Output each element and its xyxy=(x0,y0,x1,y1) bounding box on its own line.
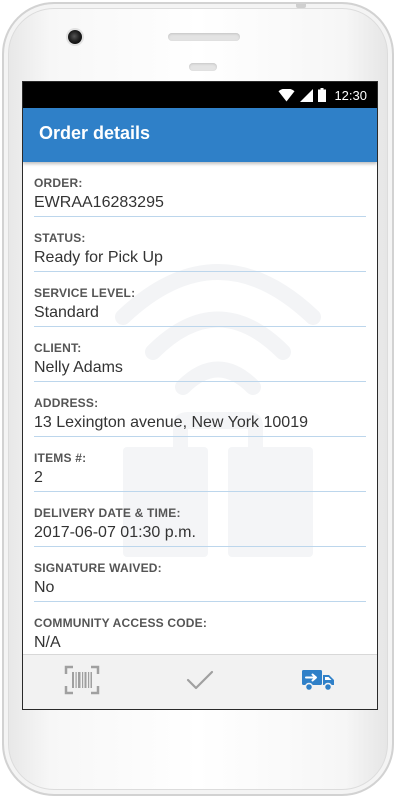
proximity-sensor xyxy=(189,63,217,71)
field-value: No xyxy=(34,579,55,596)
field-label: COMMUNITY ACCESS CODE: xyxy=(34,616,208,630)
field-status: STATUS: Ready for Pick Up xyxy=(34,217,366,272)
field-value: Nelly Adams xyxy=(34,359,123,376)
status-icons: 12:30 xyxy=(278,82,367,108)
field-label: SERVICE LEVEL: xyxy=(34,286,136,300)
status-bar: 12:30 xyxy=(23,82,377,108)
field-label: SIGNATURE WAIVED: xyxy=(34,561,162,575)
order-details-list[interactable]: ORDER: EWRAA16283295 STATUS: Ready for P… xyxy=(23,162,377,655)
phone-screen: 12:30 Order details ORDER: EWRAA16283295 xyxy=(23,82,377,709)
status-time: 12:30 xyxy=(334,87,367,103)
field-label: ADDRESS: xyxy=(34,396,99,410)
nav-scan-button[interactable] xyxy=(23,655,141,709)
checkmark-icon xyxy=(186,669,214,696)
field-address: ADDRESS: 13 Lexington avenue, New York 1… xyxy=(34,382,366,437)
earpiece-speaker xyxy=(168,33,240,41)
field-value: EWRAA16283295 xyxy=(34,194,164,211)
page-title: Order details xyxy=(39,123,151,143)
field-value: 2 xyxy=(34,469,43,486)
side-button xyxy=(296,4,306,8)
field-label: DELIVERY DATE & TIME: xyxy=(34,506,181,520)
field-value: 13 Lexington avenue, New York 10019 xyxy=(34,414,308,431)
field-label: ITEMS #: xyxy=(34,451,87,465)
delivery-truck-icon xyxy=(301,667,335,698)
battery-icon xyxy=(318,88,327,102)
field-order: ORDER: EWRAA16283295 xyxy=(34,162,366,217)
field-delivery-date-time: DELIVERY DATE & TIME: 2017-06-07 01:30 p… xyxy=(34,492,366,547)
field-value: 2017-06-07 01:30 p.m. xyxy=(34,524,196,541)
field-label: CLIENT: xyxy=(34,341,82,355)
field-signature-waived: SIGNATURE WAIVED: No xyxy=(34,547,366,602)
front-camera xyxy=(68,30,82,44)
field-items-count: ITEMS #: 2 xyxy=(34,437,366,492)
bottom-navigation xyxy=(23,654,377,709)
signal-icon xyxy=(300,88,314,102)
field-value: Standard xyxy=(34,304,99,321)
nav-confirm-button[interactable] xyxy=(141,655,259,709)
wifi-icon xyxy=(278,88,295,102)
field-value: Ready for Pick Up xyxy=(34,249,163,266)
field-label: ORDER: xyxy=(34,176,83,190)
field-client: CLIENT: Nelly Adams xyxy=(34,327,366,382)
nav-delivery-button[interactable] xyxy=(259,655,377,709)
app-bar: Order details xyxy=(23,108,377,162)
field-value: N/A xyxy=(34,634,61,651)
field-community-access-code: COMMUNITY ACCESS CODE: N/A xyxy=(34,602,366,655)
barcode-scan-icon xyxy=(64,665,100,700)
field-service-level: SERVICE LEVEL: Standard xyxy=(34,272,366,327)
field-label: STATUS: xyxy=(34,231,86,245)
